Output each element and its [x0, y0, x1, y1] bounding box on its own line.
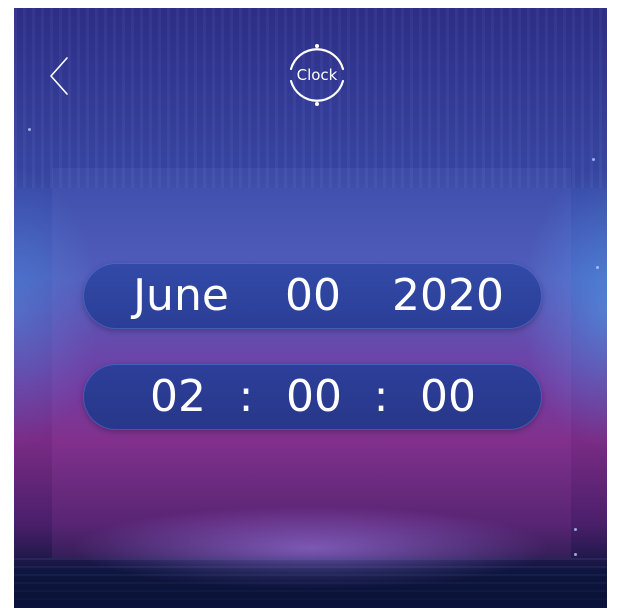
background-panel	[52, 168, 571, 558]
month-value[interactable]: June	[111, 263, 251, 329]
seconds-value[interactable]: 00	[413, 364, 483, 430]
time-separator: :	[373, 371, 389, 422]
sparkle	[574, 528, 577, 531]
sparkle	[592, 158, 595, 161]
back-button[interactable]	[48, 56, 70, 96]
time-separator: :	[238, 371, 254, 422]
year-value[interactable]: 2020	[383, 263, 513, 329]
clock-screen: Clock June 00 2020 02 : 00 : 00	[14, 8, 607, 608]
sparkle	[28, 128, 31, 131]
day-value[interactable]: 00	[273, 263, 353, 329]
time-selector[interactable]: 02 : 00 : 00	[83, 364, 542, 430]
minutes-value[interactable]: 00	[279, 364, 349, 430]
clock-title: Clock	[296, 66, 338, 84]
hours-value[interactable]: 02	[143, 364, 213, 430]
date-selector[interactable]: June 00 2020	[83, 263, 542, 329]
sparkle	[596, 266, 599, 269]
chevron-left-icon	[50, 57, 68, 95]
sparkle	[574, 553, 577, 556]
background-floor-reflection	[14, 556, 607, 608]
